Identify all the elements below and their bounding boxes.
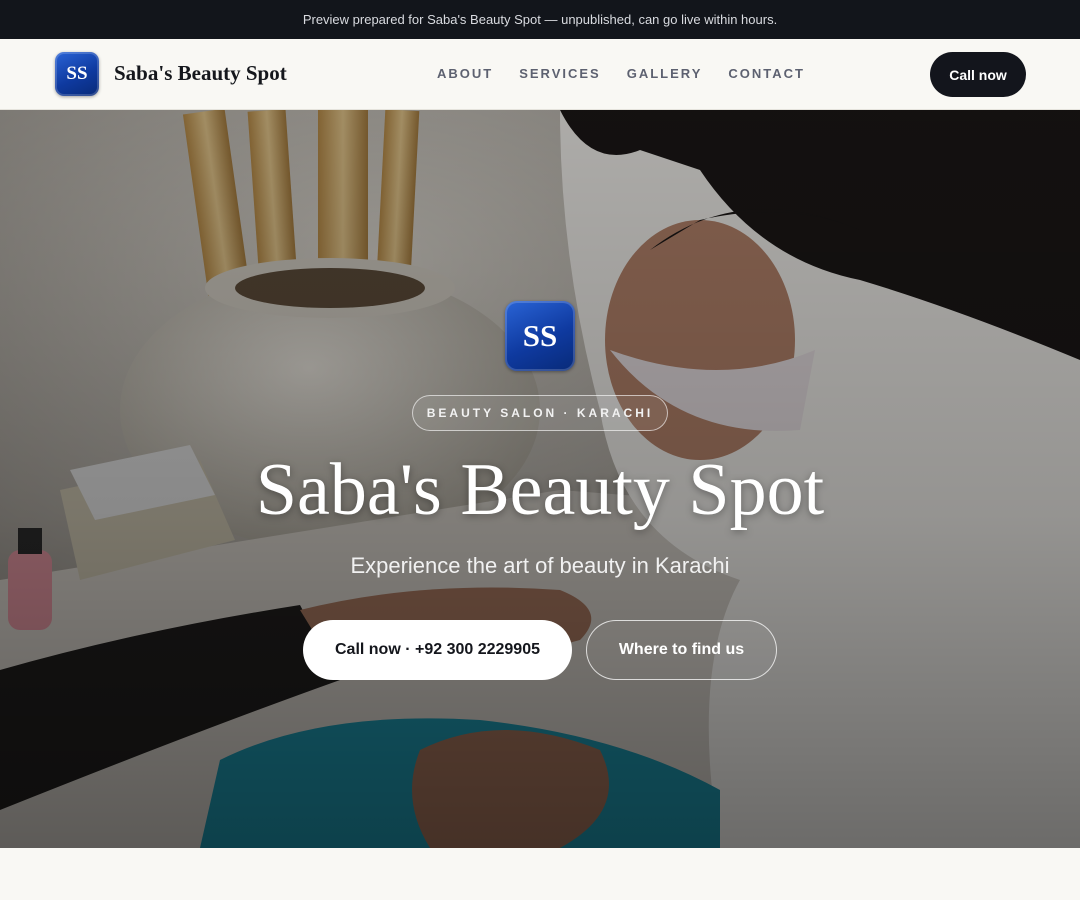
nav-link-about[interactable]: ABOUT xyxy=(437,66,493,81)
hero-subtitle: Experience the art of beauty in Karachi xyxy=(350,553,730,578)
category-badge-text: BEAUTY SALON · KARACHI xyxy=(426,406,654,420)
brand-name[interactable]: Saba's Beauty Spot xyxy=(114,61,287,86)
call-now-button[interactable]: Call now xyxy=(930,52,1026,97)
hero-section: SS BEAUTY SALON · KARACHI Saba's Beauty … xyxy=(0,110,1080,848)
hero-logo-initials: SS xyxy=(522,318,558,353)
hero-title: Saba's Beauty Spot xyxy=(255,449,825,531)
next-section xyxy=(0,848,1080,900)
site-header: SS Saba's Beauty Spot ABOUT SERVICES GAL… xyxy=(0,39,1080,110)
preview-banner-text: Preview prepared for Saba's Beauty Spot … xyxy=(302,12,778,27)
nav-link-contact[interactable]: CONTACT xyxy=(728,66,805,81)
nav-link-services[interactable]: SERVICES xyxy=(519,66,601,81)
preview-banner: Preview prepared for Saba's Beauty Spot … xyxy=(0,0,1080,39)
call-phone-button[interactable]: Call now · +92 300 2229905 xyxy=(303,620,572,680)
brand-logo-icon[interactable]: SS xyxy=(55,52,99,96)
nav-link-gallery[interactable]: GALLERY xyxy=(627,66,703,81)
logo-initials: SS xyxy=(66,63,88,84)
hero-logo-icon: SS xyxy=(505,301,575,371)
main-nav: ABOUT SERVICES GALLERY CONTACT xyxy=(437,66,805,81)
find-us-button[interactable]: Where to find us xyxy=(586,620,777,680)
category-badge: BEAUTY SALON · KARACHI xyxy=(412,395,668,431)
